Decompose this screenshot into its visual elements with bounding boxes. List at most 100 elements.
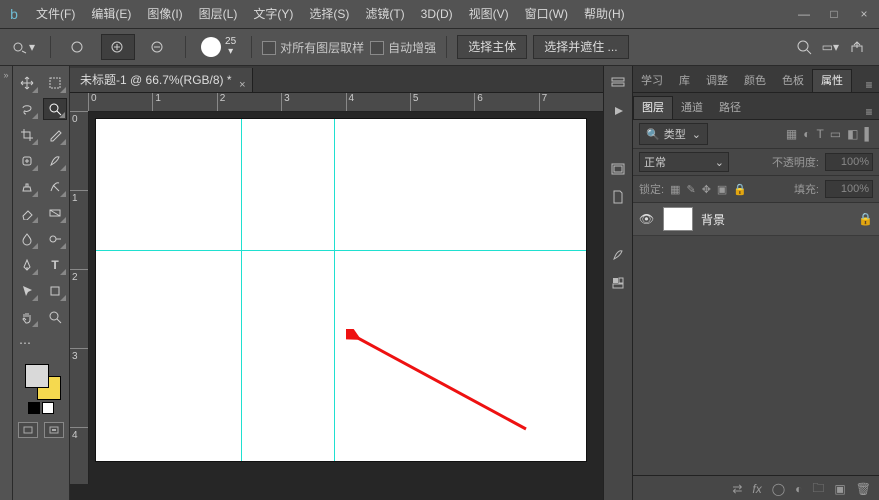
history-brush-tool[interactable] xyxy=(43,176,67,198)
brush-tool[interactable] xyxy=(43,150,67,172)
layer-thumbnail[interactable] xyxy=(663,207,693,231)
new-adjust-icon[interactable]: ◐ xyxy=(795,482,802,496)
menu-window[interactable]: 窗口(W) xyxy=(517,0,576,28)
filter-toggle[interactable]: ▌ xyxy=(864,127,873,141)
quick-select-tool[interactable] xyxy=(43,98,67,120)
filter-pixel-icon[interactable]: ▦ xyxy=(786,127,797,141)
layer-fx-icon[interactable]: fx xyxy=(752,482,761,496)
menu-view[interactable]: 视图(V) xyxy=(461,0,517,28)
ruler-origin[interactable] xyxy=(70,93,89,112)
tab-layers[interactable]: 图层 xyxy=(633,96,673,119)
workspace-switcher-icon[interactable]: ▭▾ xyxy=(822,40,839,54)
new-layer-icon[interactable]: ▣ xyxy=(834,482,845,496)
share-icon[interactable] xyxy=(849,39,865,55)
menu-edit[interactable]: 编辑(E) xyxy=(83,0,139,28)
tab-paths[interactable]: 路径 xyxy=(711,97,749,119)
clone-stamp-tool[interactable] xyxy=(15,176,39,198)
blur-tool[interactable] xyxy=(15,228,39,250)
canvas-viewport[interactable] xyxy=(88,111,603,484)
guide-vertical[interactable] xyxy=(241,119,242,461)
lock-pixels-icon[interactable]: ✎ xyxy=(686,183,695,196)
menu-file[interactable]: 文件(F) xyxy=(28,0,83,28)
select-and-mask-button[interactable]: 选择并遮住 ... xyxy=(533,35,628,59)
add-mask-icon[interactable]: ◯ xyxy=(772,482,785,496)
document-tab[interactable]: 未标题-1 @ 66.7%(RGB/8) * × xyxy=(70,68,253,92)
tab-channels[interactable]: 通道 xyxy=(673,97,711,119)
auto-enhance-checkbox[interactable]: 自动增强 xyxy=(370,39,436,56)
delete-layer-icon[interactable]: 🗑 xyxy=(856,482,871,496)
sample-all-layers-checkbox[interactable]: 对所有图层取样 xyxy=(262,39,364,56)
artboard[interactable] xyxy=(96,119,586,461)
tab-libraries[interactable]: 库 xyxy=(671,70,698,92)
eraser-tool[interactable] xyxy=(15,202,39,224)
lock-transparent-icon[interactable]: ▦ xyxy=(670,183,680,196)
new-group-icon[interactable]: 🗀 xyxy=(812,479,824,500)
menu-image[interactable]: 图像(I) xyxy=(139,0,190,28)
search-icon[interactable] xyxy=(796,39,812,55)
close-button[interactable]: × xyxy=(849,0,879,28)
swatches-panel-icon[interactable] xyxy=(607,272,629,294)
layer-filter-kind-select[interactable]: 🔍 类型 ⌄ xyxy=(639,123,708,145)
lock-position-icon[interactable]: ✥ xyxy=(702,183,711,196)
link-layers-icon[interactable]: ⇄ xyxy=(732,482,742,496)
layer-row[interactable]: 👁 背景 🔒 xyxy=(633,203,879,236)
path-select-tool[interactable] xyxy=(15,280,39,302)
actions-panel-icon[interactable] xyxy=(607,100,629,122)
filter-smart-icon[interactable]: ◧ xyxy=(847,127,858,141)
opacity-input[interactable]: 100% xyxy=(825,153,873,171)
marquee-tool[interactable] xyxy=(43,72,67,94)
brush-settings-icon[interactable] xyxy=(607,244,629,266)
panel-menu-icon[interactable]: ≡ xyxy=(859,78,879,92)
new-selection-button[interactable] xyxy=(61,34,95,60)
panel-menu-icon[interactable]: ≡ xyxy=(859,105,879,119)
lock-artboard-icon[interactable]: ▣ xyxy=(717,183,727,196)
maximize-button[interactable]: □ xyxy=(819,0,849,28)
lasso-tool[interactable] xyxy=(15,98,39,120)
vertical-ruler[interactable]: 0 1 2 3 4 xyxy=(70,111,89,484)
document-panel-icon[interactable] xyxy=(607,186,629,208)
gradient-tool[interactable] xyxy=(43,202,67,224)
visibility-toggle-icon[interactable]: 👁 xyxy=(639,212,655,226)
frame-tool-icon[interactable] xyxy=(607,158,629,180)
menu-filter[interactable]: 滤镜(T) xyxy=(357,0,412,28)
dodge-tool[interactable] xyxy=(43,228,67,250)
add-to-selection-button[interactable] xyxy=(101,34,135,60)
guide-vertical[interactable] xyxy=(334,119,335,461)
menu-layer[interactable]: 图层(L) xyxy=(191,0,246,28)
tab-color[interactable]: 颜色 xyxy=(736,70,774,92)
shape-tool[interactable] xyxy=(43,280,67,302)
subtract-from-selection-button[interactable] xyxy=(141,34,175,60)
foreground-color-swatch[interactable] xyxy=(25,364,49,388)
move-tool[interactable] xyxy=(15,72,39,94)
hand-tool[interactable] xyxy=(15,306,39,328)
select-subject-button[interactable]: 选择主体 xyxy=(457,35,527,59)
eyedropper-tool[interactable] xyxy=(43,124,67,146)
tab-swatches[interactable]: 色板 xyxy=(774,70,812,92)
type-tool[interactable]: T xyxy=(43,254,67,276)
menu-3d[interactable]: 3D(D) xyxy=(413,0,461,28)
toolbox-collapse-strip[interactable]: » xyxy=(0,66,13,500)
healing-brush-tool[interactable] xyxy=(15,150,39,172)
tab-learn[interactable]: 学习 xyxy=(633,70,671,92)
crop-tool[interactable] xyxy=(15,124,39,146)
edit-toolbar-button[interactable]: ⋯ xyxy=(15,332,43,354)
minimize-button[interactable]: — xyxy=(789,0,819,28)
zoom-tool[interactable] xyxy=(43,306,67,328)
menu-help[interactable]: 帮助(H) xyxy=(576,0,633,28)
guide-horizontal[interactable] xyxy=(96,250,586,251)
default-colors-button[interactable] xyxy=(28,402,54,414)
standard-mode-button[interactable] xyxy=(18,422,38,438)
blend-mode-select[interactable]: 正常⌄ xyxy=(639,152,729,172)
horizontal-ruler[interactable]: 0 1 2 3 4 5 6 7 xyxy=(88,93,603,112)
history-panel-icon[interactable] xyxy=(607,72,629,94)
fill-input[interactable]: 100% xyxy=(825,180,873,198)
menu-type[interactable]: 文字(Y) xyxy=(245,0,301,28)
filter-adjust-icon[interactable]: ◐ xyxy=(803,127,810,141)
brush-preview[interactable]: 25 ▾ xyxy=(196,34,241,60)
pen-tool[interactable] xyxy=(15,254,39,276)
tool-preset-picker[interactable]: ▾ xyxy=(6,34,40,60)
screen-mode-button[interactable] xyxy=(44,422,64,438)
menu-select[interactable]: 选择(S) xyxy=(301,0,357,28)
color-swatches[interactable] xyxy=(21,364,61,400)
filter-shape-icon[interactable]: ▭ xyxy=(830,127,841,141)
